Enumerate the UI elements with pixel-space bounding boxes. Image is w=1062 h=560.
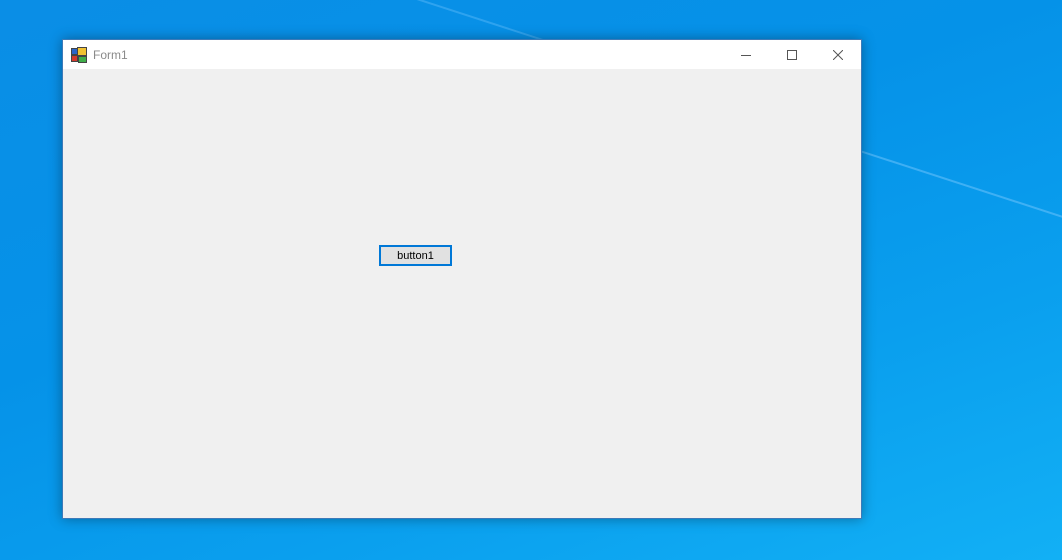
window-title: Form1: [93, 47, 128, 62]
app-icon-part: [77, 46, 87, 56]
close-button[interactable]: [815, 40, 861, 69]
minimize-button[interactable]: [723, 40, 769, 69]
minimize-icon: [741, 54, 751, 56]
app-icon-part: [71, 54, 78, 62]
button1[interactable]: button1: [379, 245, 452, 266]
desktop-background: Form1 button1: [0, 0, 1062, 560]
winforms-app-icon[interactable]: [71, 46, 87, 63]
form1-window[interactable]: Form1 button1: [62, 39, 862, 519]
form-client-area: button1: [63, 69, 861, 518]
app-icon-part: [78, 55, 87, 63]
maximize-icon: [787, 49, 797, 60]
window-titlebar[interactable]: Form1: [63, 40, 861, 69]
close-icon: [833, 49, 843, 60]
maximize-button[interactable]: [769, 40, 815, 69]
caption-buttons: [723, 40, 861, 69]
